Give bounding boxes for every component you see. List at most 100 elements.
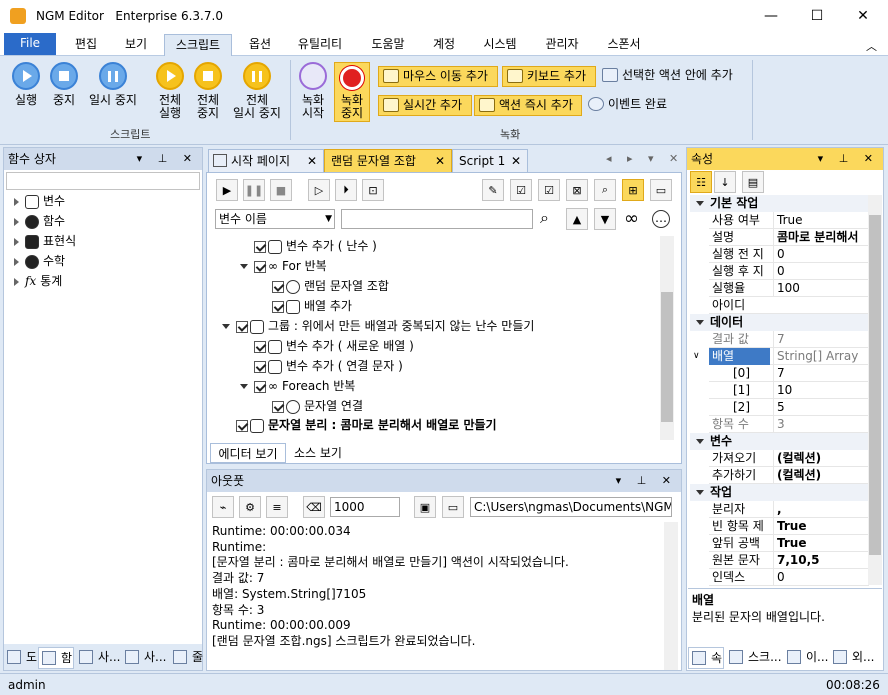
panel-controls-icon[interactable]: ▾ ⊥ ✕ (818, 148, 879, 170)
bottom-tab-right-0[interactable]: 속 (688, 647, 724, 669)
output-scrollbar[interactable] (664, 522, 678, 670)
bottom-tab-left-3[interactable]: 사... (122, 647, 168, 669)
bottom-tab-left-0[interactable]: 도 (4, 647, 37, 669)
eraser-button[interactable]: ⌫ (303, 496, 325, 518)
checkbox[interactable] (254, 380, 266, 393)
prop-category-data[interactable]: 데이터 (690, 314, 870, 331)
prop-row-selected[interactable]: 배열 String[] Array (709, 348, 869, 365)
view-editor-tab[interactable]: 에디터 보기 (210, 443, 286, 463)
checkbox[interactable] (236, 419, 248, 432)
prop-row[interactable]: [2] 5 (709, 399, 869, 416)
alphabetical-button[interactable]: ↓ (714, 171, 736, 193)
tab-options[interactable]: 옵션 (236, 34, 284, 56)
prop-row[interactable]: 인덱스 0 (709, 569, 869, 586)
stop-tool-button[interactable]: ■ (270, 179, 292, 201)
tree-row-add-array[interactable]: 배열 추가 (272, 296, 352, 316)
editor-search-input[interactable] (341, 209, 533, 229)
tab-utility[interactable]: 유틸리티 (288, 34, 352, 56)
prop-row[interactable]: 원본 문자 7,10,5 (709, 552, 869, 569)
checkbox[interactable] (272, 280, 284, 293)
prop-category-work[interactable]: 작업 (690, 484, 870, 501)
prop-category-basic[interactable]: 기본 작업 (690, 195, 870, 212)
close-tab-icon[interactable]: ✕ (511, 150, 521, 172)
prop-scrollbar[interactable] (868, 195, 882, 585)
close-tab-icon[interactable]: ✕ (307, 150, 317, 172)
run-all-button[interactable]: 전체 실행 (150, 62, 190, 120)
add-mouse-move-button[interactable]: 마우스 이동 추가 (378, 66, 498, 87)
checkbox[interactable] (254, 240, 266, 253)
open-folder-button[interactable]: ▭ (442, 496, 464, 518)
save-button[interactable]: ▣ (414, 496, 436, 518)
tree-row-string-join[interactable]: 문자열 연결 (272, 396, 363, 416)
pause-button[interactable]: 일시 중지 (84, 62, 142, 107)
tree-row-random-string[interactable]: 랜덤 문자열 조합 (272, 276, 389, 296)
prop-row[interactable]: 실행 후 지0 (709, 263, 869, 280)
panel-controls-icon[interactable]: ▾ ⊥ ✕ (137, 148, 198, 170)
add-action-immediate-button[interactable]: 액션 즉시 추가 (474, 95, 582, 116)
delete-tool-button[interactable]: ⊠ (566, 179, 588, 201)
minimize-button[interactable]: — (748, 0, 794, 32)
checkbox[interactable] (254, 340, 266, 353)
prop-row[interactable]: 설명 콤마로 분리해서 (709, 229, 869, 246)
tree-item-expression[interactable]: 표현식 (14, 231, 76, 251)
move-up-button[interactable]: ▲ (566, 208, 588, 230)
bottom-tab-right-2[interactable]: 이... (784, 647, 828, 669)
list-button[interactable]: ≡ (266, 496, 288, 518)
tab-script1[interactable]: Script 1 ✕ (452, 149, 528, 173)
search-icon[interactable]: ⌕ (540, 208, 549, 228)
prop-row[interactable]: 앞뒤 공백 True (709, 535, 869, 552)
prop-row[interactable]: 사용 여부 True (709, 212, 869, 229)
move-down-button[interactable]: ▼ (594, 208, 616, 230)
stop-button[interactable]: 중지 (46, 62, 82, 107)
editor-scrollbar[interactable] (660, 236, 674, 440)
prop-row[interactable]: 아이디 (709, 297, 869, 314)
step-tool-button[interactable]: ▷ (308, 179, 330, 201)
prop-row[interactable]: [0] 7 (709, 365, 869, 382)
bottom-tab-right-1[interactable]: 스크... (726, 647, 782, 669)
checkbox[interactable] (236, 320, 248, 333)
prop-row[interactable]: [1] 10 (709, 382, 869, 399)
prop-category-variable[interactable]: 변수 (690, 433, 870, 450)
add-realtime-button[interactable]: 실시간 추가 (378, 95, 472, 116)
checkbox[interactable] (254, 260, 266, 273)
prop-row[interactable]: 실행율 100 (709, 280, 869, 297)
tree-item-statistics[interactable]: fx 통계 (14, 271, 62, 291)
add-keyboard-button[interactable]: 키보드 추가 (502, 66, 596, 87)
infinity-icon[interactable]: ∞ (624, 208, 639, 229)
record-start-button[interactable]: 녹화 시작 (296, 62, 330, 120)
maximize-button[interactable]: ☐ (794, 0, 840, 32)
tab-nav-controls-icon[interactable]: ◂ ▸ ▾ ✕ (606, 152, 684, 165)
stop-all-button[interactable]: 전체 중지 (190, 62, 226, 120)
checkbox[interactable] (254, 360, 266, 373)
tree-row-add-var-new-array[interactable]: 변수 추가 ( 새로운 배열 ) (254, 336, 414, 356)
chevron-down-icon[interactable]: ∨ (693, 351, 700, 361)
search-tool-button[interactable]: ⌕ (594, 179, 616, 201)
bottom-tab-left-4[interactable]: 줄 (170, 647, 203, 669)
view-source-tab[interactable]: 소스 보기 (288, 443, 348, 463)
tab-edit[interactable]: 편집 (62, 34, 110, 56)
tree-row-add-var-random[interactable]: 변수 추가 ( 난수 ) (254, 236, 377, 256)
property-pages-button[interactable]: ▤ (742, 171, 764, 193)
run-tool-button[interactable]: ▶ (216, 179, 238, 201)
collapse-ribbon-icon[interactable]: ︿ (866, 38, 877, 54)
clear-broom-button[interactable]: ⌁ (212, 496, 234, 518)
pause-tool-button[interactable]: ❚❚ (243, 179, 265, 201)
tab-view[interactable]: 보기 (112, 34, 160, 56)
variable-name-select[interactable]: 변수 이름 ▼ (215, 209, 335, 229)
prop-row[interactable]: 추가하기 (컬렉션) (709, 467, 869, 484)
tab-account[interactable]: 계정 (420, 34, 468, 56)
func-search-input[interactable] (6, 172, 200, 190)
line-count-stepper[interactable]: 1000 (330, 497, 400, 517)
tree-row-for-loop[interactable]: ∞ For 반복 (240, 256, 327, 276)
tree-row-group[interactable]: 그룹 : 위에서 만든 배열과 중복되지 않는 난수 만들기 (222, 316, 534, 336)
tab-file[interactable]: File (4, 33, 56, 55)
close-button[interactable]: ✕ (840, 0, 886, 32)
pause-all-button[interactable]: 전체 일시 중지 (228, 62, 286, 120)
output-path-field[interactable]: C:\Users\ngmas\Documents\NGM6\ (470, 497, 672, 517)
bottom-tab-right-3[interactable]: 외... (830, 647, 882, 669)
prop-row[interactable]: 실행 전 지0 (709, 246, 869, 263)
tree-tool-button[interactable]: ⊞ (622, 179, 644, 201)
settings-doc-button[interactable]: ⚙ (239, 496, 261, 518)
tree-row-foreach-loop[interactable]: ∞ Foreach 반복 (240, 376, 355, 396)
add-inside-action-button[interactable]: 선택한 액션 안에 추가 (598, 66, 748, 87)
